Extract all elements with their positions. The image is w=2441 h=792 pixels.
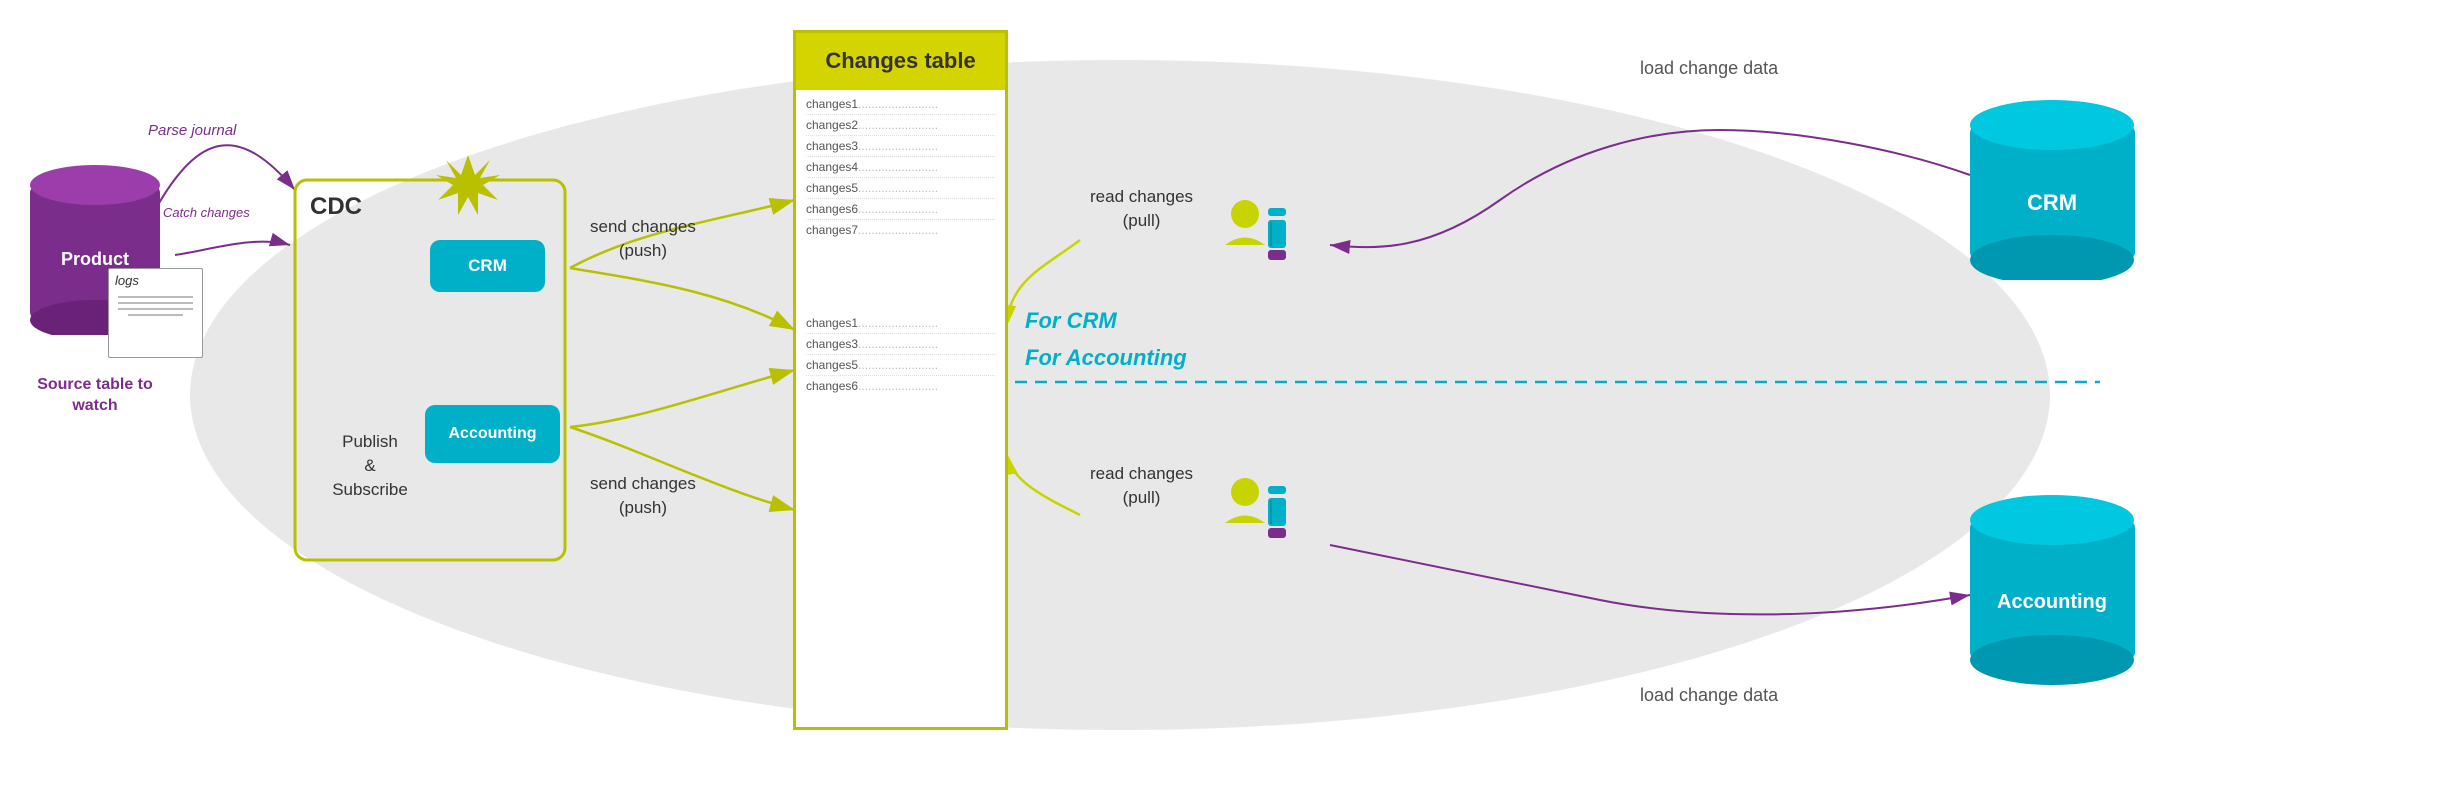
cdc-box [295,180,565,560]
product-label: Product [61,249,129,269]
ellipse-background [190,60,2050,730]
crm-cdc-button[interactable]: CRM [430,240,545,292]
logs-line2 [118,302,193,304]
cdc-label: CDC [310,193,362,221]
connector-top-svg [1220,200,1290,265]
crm-cylinder-svg: CRM [1970,95,2135,280]
diagram-container: Product logs Source table to watch Parse… [0,0,2441,792]
change-row: changes3........................ [806,334,995,355]
connector-bottom-svg [1220,478,1290,543]
send-changes-bottom-label: send changes(push) [590,472,696,520]
cdc-star-icon [436,155,500,215]
load-change-bottom-arrow [1330,545,1970,614]
send-changes-top-arrow2 [570,268,795,330]
catch-changes-arrow [175,242,290,255]
changes-table-header: Changes table [796,33,1005,90]
send-changes-bottom-arrow2 [570,370,795,427]
read-changes-bottom-arrow [1005,450,1080,515]
changes-rows-top: changes1........................ changes… [796,90,1005,244]
logs-line4 [128,314,183,316]
logs-line3 [118,308,193,310]
logs-line1 [118,296,193,298]
changes-table-box: Changes table changes1..................… [793,30,1008,730]
accounting-cdc-label: Accounting [449,425,537,443]
change-row: changes4........................ [806,157,995,178]
change-row: changes5........................ [806,178,995,199]
source-table-text: Source table to watch [37,376,153,414]
connector-icons-top [1220,200,1290,265]
load-change-top-label: load change data [1640,58,1778,79]
accounting-right-label: Accounting [1997,591,2107,613]
change-row: changes6........................ [806,199,995,220]
connector-icons-bottom [1220,478,1290,543]
crm-cdc-label: CRM [468,256,507,276]
for-crm-label: For CRM [1025,308,1117,334]
read-changes-bottom-label: read changes(pull) [1090,462,1193,510]
parse-journal-label: Parse journal [148,122,236,139]
change-row: changes1........................ [806,313,995,334]
accounting-cylinder-svg: Accounting [1970,490,2135,685]
change-row: changes6........................ [806,376,995,396]
logs-document: logs [108,268,203,358]
publish-subscribe-label: Publish&Subscribe [305,430,435,501]
change-row: changes7........................ [806,220,995,240]
accounting-cylinder: Accounting [1970,490,2135,685]
for-accounting-label: For Accounting [1025,345,1187,371]
changes-rows-bottom: changes1........................ changes… [796,309,1005,400]
catch-changes-label: Catch changes [163,205,250,220]
parse-journal-arrow [155,145,295,210]
change-row: changes2........................ [806,115,995,136]
change-row: changes3........................ [806,136,995,157]
change-row: changes5........................ [806,355,995,376]
read-changes-top-label: read changes(pull) [1090,185,1193,233]
send-changes-top-label: send changes(push) [590,215,696,263]
crm-right-label: CRM [2027,190,2077,215]
crm-cylinder: CRM [1970,95,2135,280]
zigzag-area [796,244,1005,309]
logs-label: logs [109,269,202,292]
load-change-bottom-label: load change data [1640,685,1778,706]
source-table-label: Source table to watch [15,375,175,417]
change-row: changes1........................ [806,94,995,115]
accounting-cdc-button[interactable]: Accounting [425,405,560,463]
load-change-top-arrow [1330,130,1970,247]
